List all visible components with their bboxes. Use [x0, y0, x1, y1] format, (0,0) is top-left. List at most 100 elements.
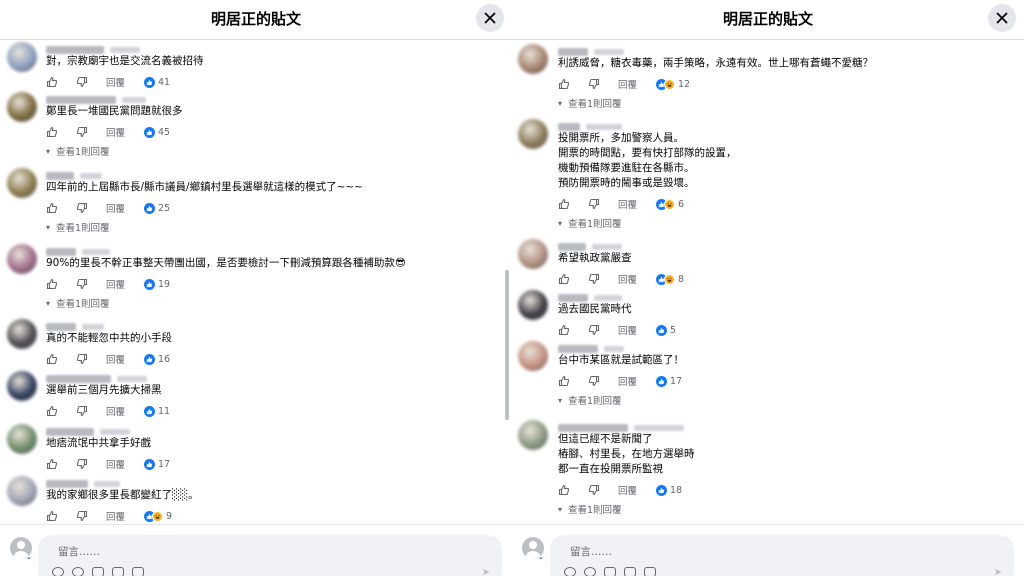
- reply-button[interactable]: 回覆: [106, 509, 125, 523]
- gif-icon[interactable]: [624, 567, 636, 576]
- view-replies-link[interactable]: ▾ 查看1則回覆: [558, 393, 622, 408]
- reply-button[interactable]: 回覆: [106, 75, 125, 89]
- reaction-summary[interactable]: 45: [144, 125, 170, 139]
- reaction-summary[interactable]: 16: [144, 352, 170, 366]
- avatar[interactable]: [7, 319, 37, 349]
- like-button[interactable]: [558, 374, 570, 388]
- reply-button[interactable]: 回覆: [618, 272, 637, 286]
- avatar[interactable]: [7, 371, 37, 401]
- avatar[interactable]: [518, 44, 548, 74]
- like-button[interactable]: [558, 197, 570, 211]
- reaction-summary[interactable]: 41: [144, 75, 170, 89]
- avatar-sticker-icon[interactable]: [72, 567, 84, 576]
- dislike-button[interactable]: [588, 272, 600, 286]
- reaction-summary[interactable]: 11: [144, 404, 170, 418]
- reaction-summary[interactable]: 6: [656, 197, 684, 211]
- like-button[interactable]: [46, 404, 58, 418]
- send-icon[interactable]: ➤: [482, 567, 490, 576]
- reply-button[interactable]: 回覆: [106, 404, 125, 418]
- dislike-button[interactable]: [588, 483, 600, 497]
- like-button[interactable]: [46, 509, 58, 523]
- commenter-name-redacted[interactable]: [558, 243, 586, 251]
- reply-button[interactable]: 回覆: [618, 197, 637, 211]
- close-button[interactable]: [476, 4, 504, 32]
- dislike-button[interactable]: [588, 77, 600, 91]
- reply-button[interactable]: 回覆: [618, 374, 637, 388]
- commenter-name-redacted[interactable]: [46, 375, 111, 383]
- send-icon[interactable]: ➤: [994, 567, 1002, 576]
- view-replies-link[interactable]: ▾ 查看1則回覆: [46, 144, 110, 159]
- sticker-icon[interactable]: [132, 567, 144, 576]
- commenter-name-redacted[interactable]: [46, 248, 76, 256]
- commenter-name-redacted[interactable]: [46, 323, 76, 331]
- avatar[interactable]: [7, 476, 37, 506]
- reply-button[interactable]: 回覆: [106, 277, 125, 291]
- like-button[interactable]: [558, 483, 570, 497]
- reply-button[interactable]: 回覆: [618, 77, 637, 91]
- reaction-summary[interactable]: 8: [656, 272, 684, 286]
- dislike-button[interactable]: [76, 352, 88, 366]
- dislike-button[interactable]: [588, 374, 600, 388]
- avatar-sticker-icon[interactable]: [584, 567, 596, 576]
- avatar[interactable]: [518, 119, 548, 149]
- chevron-down-icon[interactable]: ⌄: [26, 553, 32, 561]
- dislike-button[interactable]: [76, 509, 88, 523]
- reply-button[interactable]: 回覆: [618, 323, 637, 337]
- commenter-name-redacted[interactable]: [46, 480, 88, 488]
- reaction-summary[interactable]: 5: [656, 323, 676, 337]
- like-button[interactable]: [46, 277, 58, 291]
- dislike-button[interactable]: [76, 75, 88, 89]
- avatar[interactable]: [518, 341, 548, 371]
- commenter-name-redacted[interactable]: [558, 294, 588, 302]
- reply-button[interactable]: 回覆: [618, 483, 637, 497]
- commenter-name-redacted[interactable]: [46, 46, 104, 54]
- commenter-name-redacted[interactable]: [46, 172, 74, 180]
- gif-icon[interactable]: [112, 567, 124, 576]
- chevron-down-icon[interactable]: ⌄: [538, 553, 544, 561]
- commenter-name-redacted[interactable]: [46, 428, 94, 436]
- view-replies-link[interactable]: ▾ 查看1則回覆: [46, 220, 110, 235]
- dislike-button[interactable]: [76, 201, 88, 215]
- sticker-icon[interactable]: [644, 567, 656, 576]
- like-button[interactable]: [558, 272, 570, 286]
- dislike-button[interactable]: [76, 277, 88, 291]
- close-button[interactable]: [988, 4, 1016, 32]
- avatar[interactable]: [518, 290, 548, 320]
- avatar[interactable]: [518, 239, 548, 269]
- avatar[interactable]: [518, 420, 548, 450]
- like-button[interactable]: [558, 77, 570, 91]
- reaction-summary[interactable]: 12: [656, 77, 690, 91]
- avatar[interactable]: [7, 42, 37, 72]
- commenter-name-redacted[interactable]: [558, 48, 588, 56]
- like-button[interactable]: [46, 352, 58, 366]
- like-button[interactable]: [46, 125, 58, 139]
- like-button[interactable]: [558, 323, 570, 337]
- emoji-icon[interactable]: [564, 567, 576, 576]
- reply-button[interactable]: 回覆: [106, 457, 125, 471]
- reply-button[interactable]: 回覆: [106, 352, 125, 366]
- commenter-name-redacted[interactable]: [558, 345, 598, 353]
- dislike-button[interactable]: [588, 323, 600, 337]
- dislike-button[interactable]: [588, 197, 600, 211]
- dislike-button[interactable]: [76, 404, 88, 418]
- view-replies-link[interactable]: ▾ 查看1則回覆: [558, 502, 622, 517]
- reply-button[interactable]: 回覆: [106, 125, 125, 139]
- reaction-summary[interactable]: 9: [144, 509, 172, 523]
- scrollbar[interactable]: [505, 270, 509, 420]
- reaction-summary[interactable]: 18: [656, 483, 682, 497]
- commenter-name-redacted[interactable]: [558, 123, 580, 131]
- reply-button[interactable]: 回覆: [106, 201, 125, 215]
- avatar[interactable]: [7, 92, 37, 122]
- comment-input[interactable]: 留言…… ➤: [550, 535, 1014, 576]
- avatar[interactable]: [7, 424, 37, 454]
- reaction-summary[interactable]: 19: [144, 277, 170, 291]
- avatar[interactable]: [7, 168, 37, 198]
- commenter-name-redacted[interactable]: [558, 424, 628, 432]
- camera-icon[interactable]: [604, 567, 616, 576]
- like-button[interactable]: [46, 75, 58, 89]
- like-button[interactable]: [46, 457, 58, 471]
- view-replies-link[interactable]: ▾ 查看1則回覆: [558, 96, 622, 111]
- camera-icon[interactable]: [92, 567, 104, 576]
- view-replies-link[interactable]: ▾ 查看1則回覆: [558, 216, 622, 231]
- reaction-summary[interactable]: 17: [656, 374, 682, 388]
